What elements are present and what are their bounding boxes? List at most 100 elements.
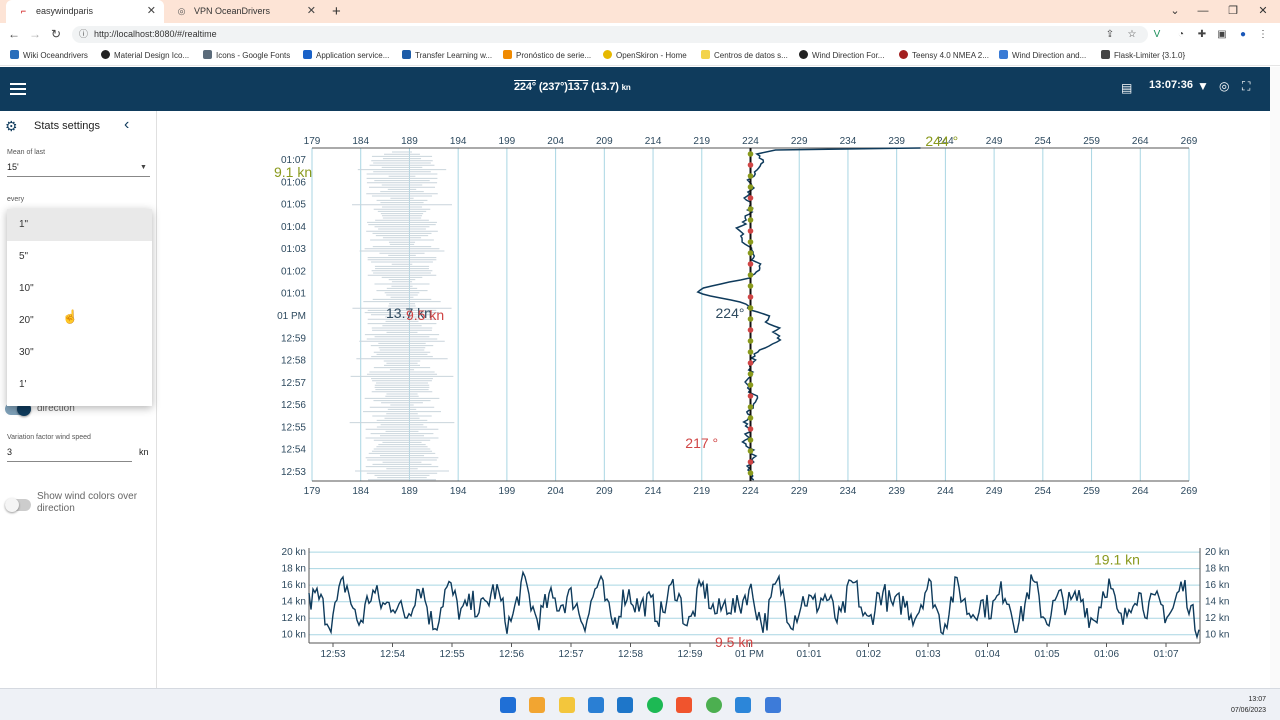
y-tick-label: 12:53 xyxy=(281,467,306,478)
app-icon[interactable] xyxy=(765,697,781,713)
x-tick-label-bottom: 189 xyxy=(401,486,418,497)
profile-avatar-icon[interactable]: ● xyxy=(1234,23,1252,46)
speed-y-tick-label: 20 kn xyxy=(282,547,306,558)
fullscreen-icon[interactable]: ⛶ xyxy=(1242,79,1250,94)
direction-marker xyxy=(747,470,754,476)
address-bar[interactable]: ⓘ http://localhost:8080/#/realtime xyxy=(72,26,1148,43)
dropdown-option[interactable]: 1' xyxy=(7,369,152,401)
app-icon[interactable] xyxy=(735,697,751,713)
x-tick-label-bottom: 259 xyxy=(1083,486,1100,497)
speed-y-tick-label-right: 16 kn xyxy=(1205,580,1229,591)
dropdown-option[interactable]: 30" xyxy=(7,337,152,369)
x-tick-label-bottom: 244 xyxy=(937,486,954,497)
location-icon[interactable]: ◎ xyxy=(1219,79,1229,93)
bookmark-icon xyxy=(402,50,411,59)
x-tick-label-top: 259 xyxy=(1083,136,1100,147)
y-tick-label: 12:59 xyxy=(281,333,306,344)
x-tick-label-top: 264 xyxy=(1132,136,1149,147)
speed-x-tick-label: 01:06 xyxy=(1094,649,1119,660)
dropdown-option[interactable]: 5" xyxy=(7,241,152,273)
page-scrollbar[interactable] xyxy=(1270,67,1280,688)
close-window-button[interactable]: ✕ xyxy=(1248,0,1278,23)
direction-marker xyxy=(747,404,754,410)
wifi-icon[interactable]: ▼ xyxy=(1197,79,1209,93)
restore-button[interactable]: ❐ xyxy=(1218,0,1248,23)
y-tick-label: 01:01 xyxy=(281,289,306,300)
bookmark-item[interactable]: Wind Direction and... xyxy=(999,46,1086,66)
x-tick-label-top: 194 xyxy=(450,136,467,147)
tab-easywindparis[interactable]: ⌐ easywindparis ✕ xyxy=(6,0,164,23)
tab-title: VPN OceanDrivers xyxy=(194,6,271,16)
file-explorer-icon[interactable] xyxy=(559,697,575,713)
star-icon[interactable]: ☆ xyxy=(1123,23,1141,46)
bookmark-item[interactable]: Material Design Ico... xyxy=(101,46,189,66)
bookmark-icon xyxy=(503,50,512,59)
x-tick-label-bottom: 254 xyxy=(1034,486,1051,497)
tab-vpn-oceandrivers[interactable]: ◎ VPN OceanDrivers ✕ xyxy=(164,0,324,23)
direction-marker xyxy=(747,239,754,245)
vpn-icon[interactable] xyxy=(617,697,633,713)
caret-down-icon[interactable]: ▼ xyxy=(140,164,147,171)
bookmark-item[interactable]: Wiki Oceandrivers xyxy=(10,46,88,66)
extension-refresh-icon[interactable]: ◔ xyxy=(1172,23,1190,46)
speed-y-tick-label-right: 14 kn xyxy=(1205,597,1229,608)
speed-y-tick-label: 10 kn xyxy=(282,630,306,641)
speed-x-tick-label: 12:54 xyxy=(380,649,405,660)
dropdown-option[interactable]: 1" xyxy=(7,209,152,241)
bookmark-item[interactable]: Flask-Limiter {3.1.0} xyxy=(1101,46,1185,66)
x-tick-label-bottom: 269 xyxy=(1181,486,1198,497)
extension-v-icon[interactable]: V xyxy=(1148,23,1166,46)
dropdown-option[interactable]: 10" xyxy=(7,273,152,305)
chevron-left-icon[interactable]: ‹ xyxy=(124,116,129,134)
bookmark-item[interactable]: Transfer Learning w... xyxy=(402,46,492,66)
back-icon[interactable]: ← xyxy=(4,23,24,46)
windows-start-icon[interactable] xyxy=(500,697,516,713)
chrome-icon[interactable] xyxy=(706,697,722,713)
wind-colors-toggle[interactable] xyxy=(5,498,31,512)
bookmark-item[interactable]: Application service... xyxy=(303,46,389,66)
x-tick-label-top: 189 xyxy=(401,136,418,147)
chat-icon[interactable]: ▤ xyxy=(1121,81,1132,95)
bookmark-item[interactable]: Icons - Google Fonts xyxy=(203,46,290,66)
close-tab-icon[interactable]: ✕ xyxy=(307,0,316,23)
menu-kebab-icon[interactable]: ⋮ xyxy=(1254,23,1272,46)
menu-icon[interactable] xyxy=(10,80,26,98)
direction-marker xyxy=(747,437,754,443)
bookmark-item[interactable]: Teensy 4.0 NMEA 2... xyxy=(899,46,989,66)
direction-marker xyxy=(747,173,754,179)
sidepanel-icon[interactable]: ▣ xyxy=(1213,23,1231,46)
reload-icon[interactable]: ↻ xyxy=(46,23,66,46)
direction-marker xyxy=(747,393,754,399)
new-tab-button[interactable]: + xyxy=(332,0,341,23)
mean-select[interactable]: 15' xyxy=(7,162,19,172)
direction-marker xyxy=(747,327,754,333)
bookmark-item[interactable]: Pronóstico de serie... xyxy=(503,46,591,66)
chevron-down-icon[interactable]: ⌄ xyxy=(1160,0,1190,23)
x-tick-label-top: 254 xyxy=(1034,136,1051,147)
minimize-button[interactable]: — xyxy=(1188,0,1218,23)
wind-colors-label: Show wind colors over direction xyxy=(37,491,138,514)
share-icon[interactable]: ⇪ xyxy=(1101,23,1119,46)
direction-marker xyxy=(747,448,754,454)
bookmark-item[interactable]: OpenSkiron - Home xyxy=(603,46,687,66)
brave-icon[interactable] xyxy=(676,697,692,713)
vscode-icon[interactable] xyxy=(588,697,604,713)
app-icon[interactable] xyxy=(529,697,545,713)
x-tick-label-bottom: 179 xyxy=(304,486,321,497)
browser-tab-strip: ⌐ easywindparis ✕ ◎ VPN OceanDrivers ✕ +… xyxy=(0,0,1280,23)
bookmark-item[interactable]: Wind Direction For... xyxy=(799,46,884,66)
dropdown-option[interactable]: 20" xyxy=(7,305,152,337)
mouse-cursor-icon: ☝ xyxy=(62,309,79,324)
y-tick-label: 01 PM xyxy=(277,311,306,322)
close-tab-icon[interactable]: ✕ xyxy=(147,0,156,23)
direction-marker xyxy=(747,459,754,465)
mean-direction: 224° xyxy=(514,81,536,93)
every-dropdown-menu: 1" 5" 10" 20" 30" 1' xyxy=(7,209,152,406)
x-tick-label-top: 229 xyxy=(791,136,808,147)
variation-input[interactable]: 3 xyxy=(7,447,12,457)
spotify-icon[interactable] xyxy=(647,697,663,713)
forward-icon[interactable]: → xyxy=(25,23,45,46)
info-icon[interactable]: ⓘ xyxy=(79,26,88,43)
bookmark-item[interactable]: Centros de datos s... xyxy=(701,46,788,66)
extensions-puzzle-icon[interactable]: ✚ xyxy=(1193,23,1211,46)
